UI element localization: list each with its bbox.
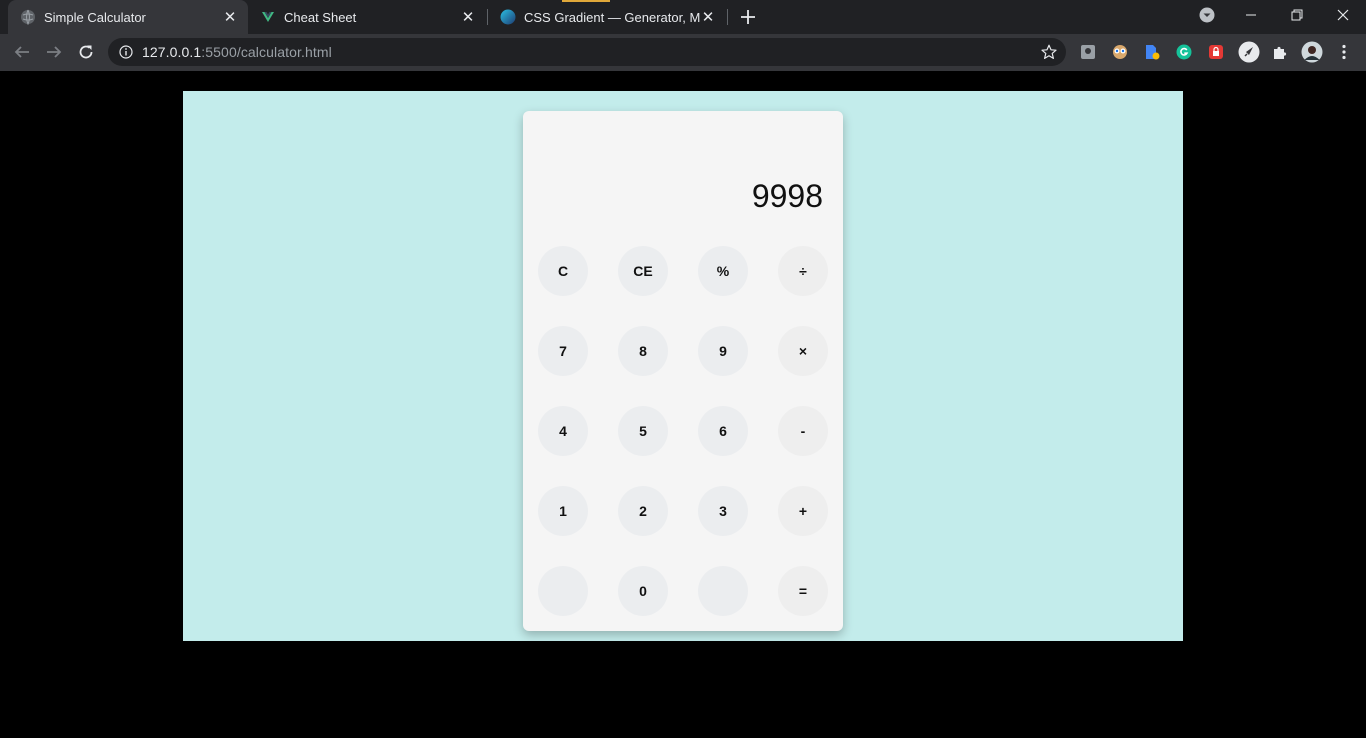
back-button[interactable] <box>8 38 36 66</box>
page-body: 9998 C CE % ÷ 7 8 9 × 4 5 6 - 1 2 3 + 0 <box>183 91 1183 641</box>
page-viewport: 9998 C CE % ÷ 7 8 9 × 4 5 6 - 1 2 3 + 0 <box>0 71 1366 738</box>
tab-label: CSS Gradient — Generator, Maker <box>524 9 700 25</box>
tab-simple-calculator[interactable]: Simple Calculator ✕ <box>8 0 248 34</box>
key-add[interactable]: + <box>778 486 828 536</box>
key-multiply[interactable]: × <box>778 326 828 376</box>
lock-icon[interactable] <box>1206 42 1226 62</box>
key-divide[interactable]: ÷ <box>778 246 828 296</box>
tab-strip: Simple Calculator ✕ Cheat Sheet ✕ CSS Gr… <box>0 0 1366 34</box>
vue-icon <box>260 9 276 25</box>
restore-button[interactable] <box>1274 0 1320 30</box>
restore-icon <box>1291 9 1303 21</box>
url-host: 127.0.0.1 <box>142 44 202 60</box>
new-tab-button[interactable] <box>737 6 759 28</box>
calculator-keypad: C CE % ÷ 7 8 9 × 4 5 6 - 1 2 3 + 0 = <box>538 246 828 616</box>
key-blank-right[interactable] <box>698 566 748 616</box>
css-gradient-icon <box>500 9 516 25</box>
plus-icon <box>741 10 755 24</box>
key-3[interactable]: 3 <box>698 486 748 536</box>
key-percent[interactable]: % <box>698 246 748 296</box>
key-clear-entry[interactable]: CE <box>618 246 668 296</box>
reload-icon <box>79 45 93 59</box>
chevron-down-icon <box>1199 7 1215 23</box>
url-path: :5500/calculator.html <box>201 44 332 60</box>
key-equals[interactable]: = <box>778 566 828 616</box>
key-1[interactable]: 1 <box>538 486 588 536</box>
rocket-icon[interactable] <box>1238 41 1260 63</box>
key-clear[interactable]: C <box>538 246 588 296</box>
key-2[interactable]: 2 <box>618 486 668 536</box>
docs-icon[interactable] <box>1142 42 1162 62</box>
tab-search-button[interactable] <box>1184 0 1230 30</box>
url-text: 127.0.0.1:5500/calculator.html <box>142 44 332 60</box>
address-bar[interactable]: 127.0.0.1:5500/calculator.html <box>108 38 1066 66</box>
browser-toolbar: 127.0.0.1:5500/calculator.html <box>0 34 1366 71</box>
puzzle-icon[interactable] <box>1270 42 1290 62</box>
key-0[interactable]: 0 <box>618 566 668 616</box>
tab-css-gradient[interactable]: CSS Gradient — Generator, Maker ✕ <box>488 0 726 34</box>
grammarly-icon[interactable] <box>1174 42 1194 62</box>
tab-label: Cheat Sheet <box>284 9 357 25</box>
key-7[interactable]: 7 <box>538 326 588 376</box>
minimize-icon <box>1246 14 1256 16</box>
key-4[interactable]: 4 <box>538 406 588 456</box>
avatar[interactable] <box>1301 41 1323 63</box>
tab-cheat-sheet[interactable]: Cheat Sheet ✕ <box>248 0 486 34</box>
key-6[interactable]: 6 <box>698 406 748 456</box>
calculator: 9998 C CE % ÷ 7 8 9 × 4 5 6 - 1 2 3 + 0 <box>523 111 843 631</box>
arrow-right-icon <box>47 46 62 58</box>
forward-button[interactable] <box>40 38 68 66</box>
key-subtract[interactable]: - <box>778 406 828 456</box>
close-window-button[interactable] <box>1320 0 1366 30</box>
tab-label: Simple Calculator <box>44 9 146 25</box>
key-blank-left[interactable] <box>538 566 588 616</box>
close-tab-icon[interactable]: ✕ <box>460 9 476 26</box>
reload-button[interactable] <box>72 38 100 66</box>
minimize-button[interactable] <box>1228 0 1274 30</box>
key-9[interactable]: 9 <box>698 326 748 376</box>
globe-icon <box>20 9 36 25</box>
screenshot-icon[interactable] <box>1078 42 1098 62</box>
kebab-menu-icon[interactable] <box>1334 42 1354 62</box>
arrow-left-icon <box>14 46 29 58</box>
close-icon <box>1337 9 1349 21</box>
close-tab-icon[interactable]: ✕ <box>222 9 238 26</box>
tab-divider <box>727 9 728 25</box>
key-5[interactable]: 5 <box>618 406 668 456</box>
key-8[interactable]: 8 <box>618 326 668 376</box>
eyes-icon[interactable] <box>1110 42 1130 62</box>
close-tab-icon[interactable]: ✕ <box>700 9 716 26</box>
calculator-display: 9998 <box>751 178 823 214</box>
info-icon[interactable] <box>118 44 134 60</box>
bookmark-star-icon[interactable] <box>1040 43 1058 61</box>
